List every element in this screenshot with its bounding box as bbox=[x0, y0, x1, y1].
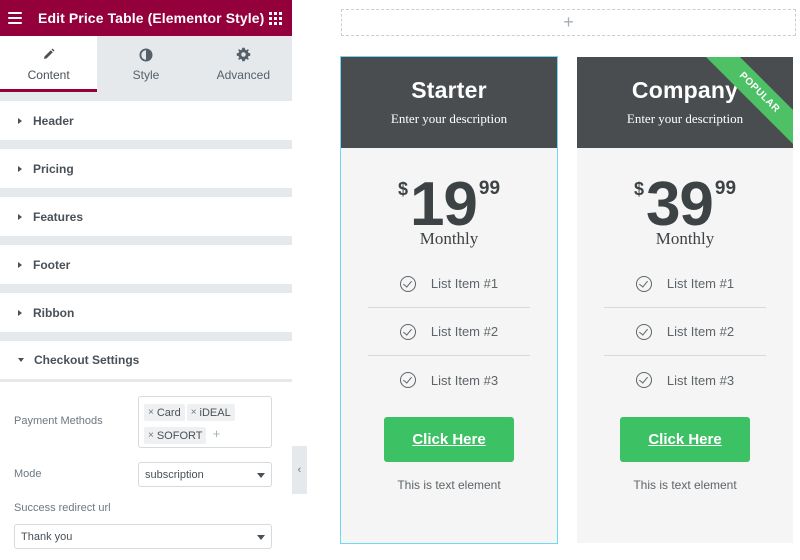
cta-button[interactable]: Click Here bbox=[620, 417, 750, 462]
mode-select[interactable]: subscription bbox=[138, 462, 272, 487]
editor-topbar: Edit Price Table (Elementor Style) bbox=[0, 0, 292, 36]
tag-sofort: × SOFORT bbox=[144, 427, 207, 444]
feature-list: List Item #1 List Item #2 List Item #3 bbox=[341, 260, 557, 404]
cta-button[interactable]: Click Here bbox=[384, 417, 514, 462]
caret-right-icon bbox=[18, 261, 22, 268]
gear-icon bbox=[236, 47, 251, 63]
plan-description: Enter your description bbox=[626, 111, 744, 126]
price-cents: 99 bbox=[478, 178, 501, 199]
chevron-down-icon bbox=[257, 473, 265, 478]
price-block: $ 39 99 Monthly bbox=[577, 148, 793, 260]
caret-right-icon bbox=[18, 117, 22, 124]
tab-content[interactable]: Content bbox=[0, 36, 98, 92]
section-header[interactable]: Header bbox=[0, 101, 292, 140]
editor-panel: Edit Price Table (Elementor Style) Conte… bbox=[0, 0, 292, 560]
section-pricing[interactable]: Pricing bbox=[0, 149, 292, 188]
price-cents: 99 bbox=[714, 178, 737, 199]
section-features[interactable]: Features bbox=[0, 197, 292, 236]
feature-list: List Item #1 List Item #2 List Item #3 bbox=[577, 260, 793, 404]
tag-ideal: × iDEAL bbox=[186, 404, 235, 421]
plan-description: Enter your description bbox=[390, 111, 508, 126]
price-amount: 39 bbox=[645, 170, 714, 239]
section-label: Header bbox=[33, 113, 74, 128]
success-redirect-select[interactable]: Thank you bbox=[14, 524, 272, 549]
caret-down-icon bbox=[18, 358, 24, 362]
list-item: List Item #1 bbox=[604, 260, 766, 308]
editor-tabs: Content Style Advanced bbox=[0, 36, 292, 92]
remove-tag-icon[interactable]: × bbox=[148, 430, 154, 441]
checkout-settings-controls: Payment Methods × Card × iDEAL × SOFORT + Mode… bbox=[0, 382, 292, 560]
price-amount: 19 bbox=[409, 170, 478, 239]
list-item: List Item #2 bbox=[368, 308, 530, 356]
check-circle-icon bbox=[635, 275, 652, 292]
add-section-button[interactable]: + bbox=[341, 9, 796, 36]
editor-title: Edit Price Table (Elementor Style) bbox=[38, 10, 265, 26]
list-item: List Item #2 bbox=[604, 308, 766, 356]
payment-methods-input[interactable]: × Card × iDEAL × SOFORT + bbox=[138, 396, 272, 448]
list-item: List Item #3 bbox=[604, 356, 766, 404]
collapse-panel-button[interactable]: ‹ bbox=[292, 446, 307, 494]
tab-label: Advanced bbox=[216, 67, 270, 82]
check-circle-icon bbox=[635, 323, 652, 340]
chevron-down-icon bbox=[257, 535, 265, 540]
hamburger-menu-icon[interactable] bbox=[8, 12, 22, 24]
billing-period: Monthly bbox=[655, 229, 715, 248]
currency-symbol: $ bbox=[397, 179, 408, 199]
tag-card: × Card bbox=[144, 404, 185, 421]
remove-tag-icon[interactable]: × bbox=[148, 407, 154, 418]
success-redirect-label: Success redirect url bbox=[14, 502, 111, 514]
check-circle-icon bbox=[399, 323, 416, 340]
tab-style[interactable]: Style bbox=[97, 36, 194, 92]
section-footer[interactable]: Footer bbox=[0, 245, 292, 284]
tab-label: Style bbox=[132, 67, 160, 82]
chevron-left-icon: ‹ bbox=[297, 464, 302, 476]
section-ribbon[interactable]: Ribbon bbox=[0, 293, 292, 332]
mode-value: subscription bbox=[145, 468, 204, 481]
section-label: Ribbon bbox=[33, 305, 75, 320]
payment-methods-label: Payment Methods bbox=[14, 415, 103, 427]
section-label: Footer bbox=[33, 257, 71, 272]
section-label: Pricing bbox=[33, 161, 74, 176]
widgets-grid-icon[interactable] bbox=[269, 11, 282, 25]
check-circle-icon bbox=[635, 372, 652, 388]
redirect-value: Thank you bbox=[21, 530, 73, 543]
control-sections: Header Pricing Features Footer Ribbon Ch… bbox=[0, 92, 292, 380]
price-table-header: Starter Enter your description bbox=[341, 57, 557, 148]
check-circle-icon bbox=[399, 275, 416, 292]
plan-title: Starter bbox=[411, 77, 487, 103]
caret-right-icon bbox=[18, 309, 22, 316]
half-circle-icon bbox=[139, 47, 153, 63]
tab-advanced[interactable]: Advanced bbox=[195, 36, 292, 92]
list-item: List Item #1 bbox=[368, 260, 530, 308]
caret-right-icon bbox=[18, 213, 22, 220]
pencil-icon bbox=[42, 47, 55, 63]
mode-label: Mode bbox=[14, 468, 42, 480]
price-table-starter[interactable]: Starter Enter your description $ 19 99 M… bbox=[340, 56, 558, 544]
footer-text: This is text element bbox=[633, 478, 737, 492]
section-label: Features bbox=[33, 209, 84, 224]
section-checkout-settings[interactable]: Checkout Settings bbox=[0, 341, 292, 380]
billing-period: Monthly bbox=[419, 229, 479, 248]
plus-icon: + bbox=[563, 12, 574, 32]
section-label: Checkout Settings bbox=[34, 353, 140, 367]
footer-text: This is text element bbox=[397, 478, 501, 492]
currency-symbol: $ bbox=[633, 179, 644, 199]
add-tag-icon[interactable]: + bbox=[208, 425, 224, 442]
caret-right-icon bbox=[18, 165, 22, 172]
tab-label: Content bbox=[27, 67, 70, 82]
price-table-header: Company Enter your description POPULAR bbox=[577, 57, 793, 148]
remove-tag-icon[interactable]: × bbox=[191, 407, 197, 418]
price-table-company[interactable]: Company Enter your description POPULAR $… bbox=[577, 57, 793, 543]
check-circle-icon bbox=[399, 372, 416, 388]
price-block: $ 19 99 Monthly bbox=[341, 148, 557, 260]
list-item: List Item #3 bbox=[368, 356, 530, 404]
